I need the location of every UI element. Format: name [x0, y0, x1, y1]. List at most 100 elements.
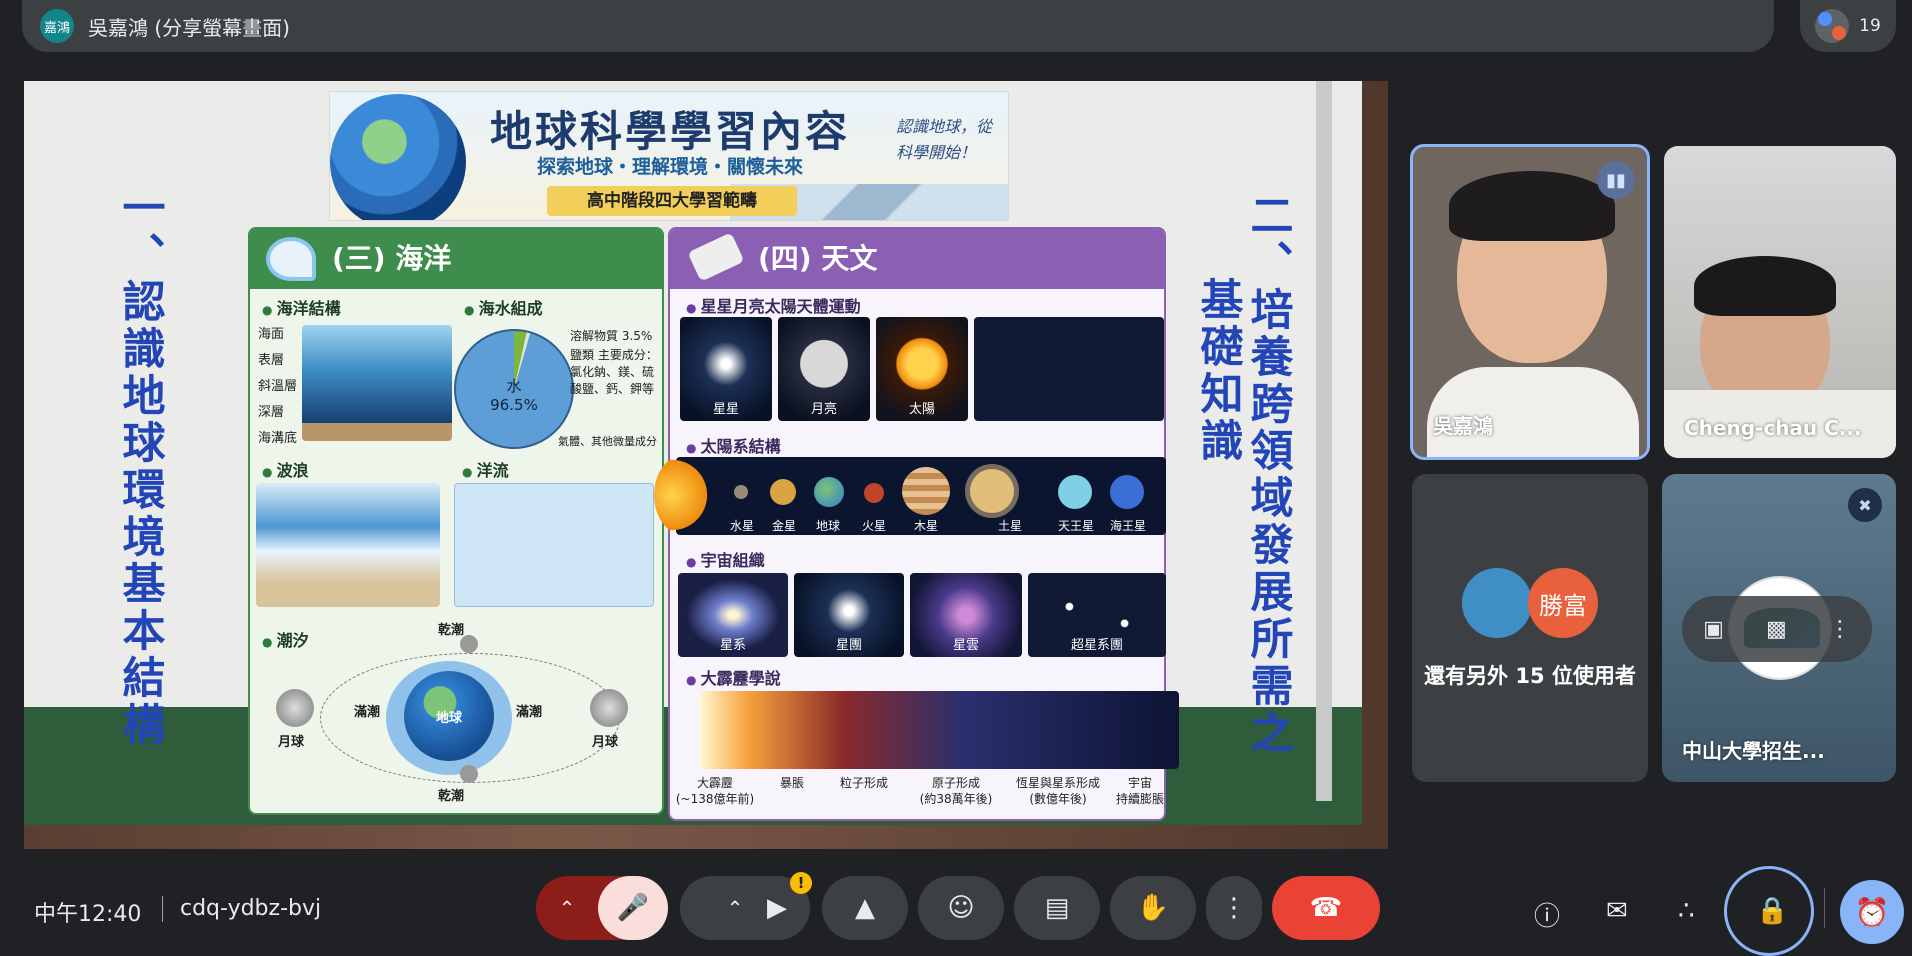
ocean-structure-title: 海洋結構 — [262, 295, 341, 319]
bigbang-stage: 宇宙 持續膨脹 — [1115, 776, 1164, 806]
layer-label: 海面 — [258, 327, 285, 342]
tile-overlay-controls[interactable]: ▣ ▩ ⋮ — [1682, 596, 1872, 662]
planet-label: 天王星 — [1057, 519, 1094, 533]
orbit-tile — [974, 317, 1164, 421]
mic-control[interactable]: ⌃ 🎤 — [536, 876, 668, 940]
bigbang-title: 大霹靂學說 — [686, 665, 781, 689]
earth-label: 地球 — [436, 711, 463, 726]
planet-label: 地球 — [815, 519, 840, 533]
slide-banner: 地球科學學習內容 探索地球・理解環境・關懷未來 高中階段四大學習範疇 認識地球，… — [329, 91, 1009, 221]
chat-icon[interactable]: ✉ — [1606, 896, 1628, 926]
presentation-header: 嘉鴻 吳嘉鴻 (分享螢幕畫面) — [22, 0, 1774, 52]
supercluster-tile: 超星系團 — [1028, 573, 1166, 657]
leave-call-button[interactable]: ☎ — [1272, 876, 1380, 940]
others-tile[interactable]: 勝富 還有另外 15 位使用者 — [1412, 474, 1648, 782]
sun-icon — [654, 455, 714, 535]
planet-icon — [734, 485, 748, 499]
warning-icon: ! — [790, 872, 812, 894]
gas-label: 氣體、其他微量成分 — [558, 435, 657, 448]
more-options-icon[interactable]: ⋮ — [1829, 617, 1851, 642]
captions-icon: ▤ — [1044, 893, 1070, 923]
meeting-code: cdq-ydbz-bvj — [180, 896, 322, 921]
moon-icon — [460, 765, 478, 783]
moon-icon — [460, 635, 478, 653]
mic-off-button[interactable]: 🎤 — [598, 876, 668, 940]
presenter-avatar: 嘉鴻 — [40, 9, 74, 43]
frame-icon[interactable]: ▣ — [1703, 617, 1724, 642]
currents-map — [454, 483, 654, 607]
reactions-button[interactable]: ☺ — [918, 876, 1004, 940]
emoji-icon: ☺ — [947, 893, 975, 923]
bigbang-stage: 暴脹 — [779, 776, 804, 790]
bigbang-stage: 原子形成 (約38萬年後) — [919, 776, 993, 806]
present-button[interactable]: ▲ — [822, 876, 908, 940]
planet-label: 火星 — [861, 519, 886, 533]
dissolved-label: 溶解物質 3.5% — [570, 329, 653, 343]
more-options-button[interactable]: ⋮ — [1206, 876, 1262, 940]
speaking-indicator-icon: ▮▮ — [1597, 161, 1635, 199]
planet-label: 海王星 — [1109, 519, 1146, 533]
hand-icon: ✋ — [1136, 893, 1170, 923]
lock-icon: 🔒 — [1756, 896, 1789, 926]
planet-label: 水星 — [729, 519, 754, 533]
participant-avatar — [1462, 568, 1532, 638]
participant-name: 中山大學招生... — [1682, 739, 1825, 763]
chevron-up-icon[interactable]: ⌃ — [703, 896, 767, 920]
mic-off-icon: ✖ — [1848, 488, 1882, 522]
raise-hand-button[interactable]: ✋ — [1110, 876, 1196, 940]
tide-label: 滿潮 — [516, 705, 543, 720]
more-vert-icon: ⋮ — [1221, 893, 1247, 923]
star-tile: 星星 — [680, 317, 772, 421]
currents-title: 洋流 — [462, 457, 509, 481]
tide-label: 乾潮 — [438, 789, 465, 804]
tide-label: 乾潮 — [438, 623, 465, 638]
bigbang-stage: 大霹靂 (~138億年前) — [675, 776, 755, 806]
wave-icon — [266, 237, 316, 281]
globe-icon — [330, 94, 466, 220]
planet-icon — [814, 477, 844, 507]
slide-right-heading-1: 二、培養跨領域發展所需之 — [1243, 193, 1293, 757]
participant-tile[interactable]: Cheng-chau C... — [1664, 146, 1896, 458]
activities-icon[interactable]: ∴ — [1678, 896, 1695, 926]
participant-avatar: 勝富 — [1528, 568, 1598, 638]
slide-left-heading: 一、認識地球環境基本結構 — [115, 185, 165, 749]
participant-tile[interactable]: ✖ ▣ ▩ ⋮ 中山大學招生... — [1662, 474, 1896, 782]
planet-icon — [902, 467, 950, 515]
tides-title: 潮汐 — [262, 627, 309, 651]
planet-icon — [864, 483, 884, 503]
planet-label: 金星 — [771, 519, 796, 533]
bigbang-image — [700, 691, 1179, 769]
pin-icon[interactable]: ▩ — [1766, 617, 1787, 642]
waves-image — [256, 483, 440, 607]
astronomy-title: (四) 天文 — [670, 229, 1164, 289]
slide: 一、認識地球環境基本結構 二、培養跨領域發展所需之 基礎知識 地球科學學習內容 … — [24, 81, 1362, 825]
moon-label: 月球 — [592, 735, 619, 750]
moon-icon — [590, 689, 628, 727]
bigbang-stage: 恆星與星系形成 (數億年後) — [1015, 776, 1100, 806]
moon-label: 月球 — [278, 735, 305, 750]
participant-tile-presenter[interactable]: ▮▮ 吳嘉鴻 — [1410, 144, 1650, 460]
galaxy-tile: 星系 — [678, 573, 788, 657]
planet-label: 土星 — [997, 519, 1022, 533]
camera-icon[interactable]: ▶ — [767, 893, 787, 923]
solar-system-title: 太陽系結構 — [686, 433, 781, 457]
timer-icon[interactable]: ⏰ — [1840, 880, 1904, 944]
cluster-tile: 星團 — [794, 573, 904, 657]
present-screen-icon: ▲ — [855, 893, 875, 923]
bigbang-stage: 粒子形成 — [839, 776, 888, 790]
seawater-title: 海水組成 — [464, 295, 543, 319]
participants-button[interactable]: 19 — [1800, 0, 1896, 52]
tide-label: 滿潮 — [354, 705, 381, 720]
motion-title: 星星月亮太陽天體運動 — [686, 293, 861, 317]
chevron-up-icon[interactable]: ⌃ — [536, 896, 598, 920]
moon-tile: 月亮 — [778, 317, 870, 421]
pie-label: 水 96.5% — [490, 377, 538, 414]
presentation-title: 吳嘉鴻 (分享螢幕畫面) — [88, 15, 290, 40]
layer-label: 深層 — [258, 405, 285, 420]
nebula-tile: 星雲 — [910, 573, 1022, 657]
captions-button[interactable]: ▤ — [1014, 876, 1100, 940]
clock: 中午12:40 — [34, 902, 142, 927]
meeting-info-icon[interactable]: ⓘ — [1534, 896, 1560, 933]
moon-icon — [276, 689, 314, 727]
participant-avatars-icon — [1815, 9, 1850, 43]
